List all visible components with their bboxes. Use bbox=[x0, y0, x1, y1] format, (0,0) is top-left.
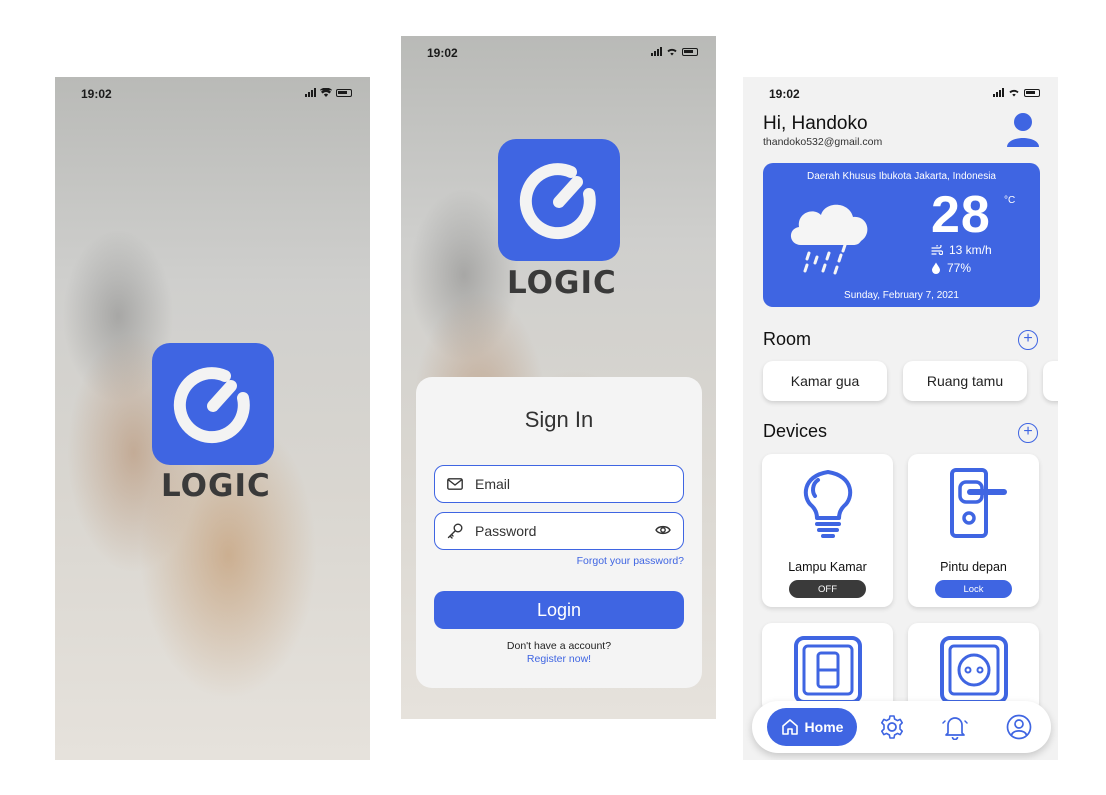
user-avatar-icon[interactable] bbox=[1006, 111, 1040, 149]
status-bar: 19:02 bbox=[55, 77, 370, 107]
wifi-icon bbox=[667, 48, 677, 56]
app-logo-text: LOGIC bbox=[161, 468, 271, 504]
weather-humidity: 77% bbox=[931, 261, 971, 275]
status-time: 19:02 bbox=[769, 87, 800, 101]
weather-unit: °C bbox=[1004, 195, 1016, 206]
mail-icon bbox=[447, 478, 463, 490]
power-logo-icon bbox=[519, 163, 596, 240]
device-name: Pintu depan bbox=[940, 560, 1007, 574]
wall-switch-icon bbox=[794, 636, 862, 704]
signal-icon bbox=[305, 88, 316, 97]
nav-home-label: Home bbox=[804, 719, 844, 735]
status-icons bbox=[993, 88, 1040, 97]
signin-screen: 19:02 LOGIC Sign In Email Password Forgo… bbox=[401, 36, 716, 719]
signin-card: Sign In Email Password Forgot your passw… bbox=[416, 377, 702, 688]
signin-title: Sign In bbox=[524, 407, 594, 432]
status-bar: 19:02 bbox=[401, 36, 716, 66]
splash-screen: 19:02 LOGIC bbox=[55, 77, 370, 760]
rooms-title: Room bbox=[763, 329, 812, 349]
greeting: Hi, Handoko bbox=[763, 113, 868, 134]
bottom-nav: Home bbox=[752, 701, 1051, 753]
email-field[interactable]: Email bbox=[434, 465, 684, 503]
room-chip[interactable]: Kamar gua bbox=[763, 361, 887, 401]
status-bar: 19:02 bbox=[743, 77, 1058, 107]
app-logo-text: LOGIC bbox=[507, 265, 617, 301]
devices-title: Devices bbox=[763, 421, 828, 441]
password-placeholder: Password bbox=[475, 523, 537, 539]
device-card[interactable]: Pintu depan Lock bbox=[908, 454, 1039, 607]
weather-card: Daerah Khusus Ibukota Jakarta, Indonesia… bbox=[763, 163, 1040, 307]
app-logo bbox=[152, 343, 274, 465]
wifi-icon bbox=[320, 88, 332, 97]
room-chip-partial[interactable] bbox=[1043, 361, 1058, 401]
forgot-password-link[interactable]: Forgot your password? bbox=[577, 555, 684, 567]
weather-location: Daerah Khusus Ibukota Jakarta, Indonesia bbox=[806, 171, 996, 182]
nav-home[interactable]: Home bbox=[767, 708, 857, 746]
door-lock-icon bbox=[950, 468, 1007, 538]
humidity-value: 77% bbox=[947, 261, 972, 275]
register-link[interactable]: Register now! bbox=[416, 653, 702, 665]
weather-date: Sunday, February 7, 2021 bbox=[844, 290, 959, 301]
device-toggle[interactable]: OFF bbox=[789, 580, 866, 598]
key-icon bbox=[447, 523, 463, 539]
profile-icon[interactable] bbox=[1006, 714, 1032, 740]
dashboard-screen: 19:02 Hi, Handoko thandoko532@gmail.com … bbox=[743, 77, 1058, 760]
login-button[interactable]: Login bbox=[434, 591, 684, 629]
status-icons bbox=[305, 88, 352, 97]
battery-icon bbox=[1024, 88, 1040, 97]
status-time: 19:02 bbox=[427, 46, 458, 60]
device-card[interactable] bbox=[908, 623, 1039, 713]
password-field[interactable]: Password bbox=[434, 512, 684, 550]
power-socket-icon bbox=[940, 636, 1008, 704]
wind-icon bbox=[931, 245, 943, 255]
weather-wind: 13 km/h bbox=[931, 243, 992, 257]
gear-icon[interactable] bbox=[879, 714, 905, 740]
room-chip[interactable]: Ruang tamu bbox=[903, 361, 1027, 401]
no-account-text: Don't have a account? bbox=[506, 640, 612, 652]
device-toggle[interactable]: Lock bbox=[935, 580, 1012, 598]
battery-icon bbox=[336, 88, 352, 97]
wifi-icon bbox=[1009, 89, 1019, 97]
droplet-icon bbox=[932, 262, 940, 274]
status-time: 19:02 bbox=[81, 87, 112, 101]
power-logo-icon bbox=[173, 367, 250, 444]
eye-icon[interactable] bbox=[655, 524, 671, 536]
wind-speed: 13 km/h bbox=[949, 243, 992, 257]
app-logo bbox=[498, 139, 620, 261]
weather-temperature: 28 bbox=[931, 186, 991, 244]
device-name: Lampu Kamar bbox=[788, 560, 867, 574]
home-icon bbox=[781, 719, 798, 735]
email-placeholder: Email bbox=[475, 476, 511, 492]
user-email: thandoko532@gmail.com bbox=[763, 136, 883, 148]
bell-icon[interactable] bbox=[942, 714, 968, 740]
add-room-button[interactable]: + bbox=[1018, 330, 1038, 350]
device-card[interactable]: Lampu Kamar OFF bbox=[762, 454, 893, 607]
add-device-button[interactable]: + bbox=[1018, 423, 1038, 443]
battery-icon bbox=[682, 47, 698, 56]
light-bulb-icon bbox=[803, 470, 853, 538]
signal-icon bbox=[993, 88, 1004, 97]
signal-icon bbox=[651, 47, 662, 56]
rain-cloud-icon bbox=[790, 204, 868, 275]
device-card[interactable] bbox=[762, 623, 893, 713]
status-icons bbox=[651, 47, 698, 56]
